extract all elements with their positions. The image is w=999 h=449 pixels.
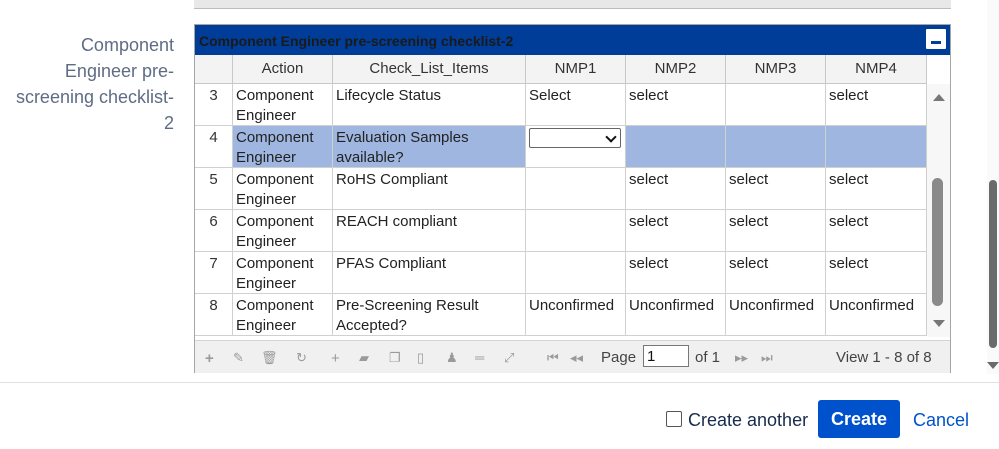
page-number-input[interactable] [643,345,689,367]
nmp3-cell[interactable]: select [726,252,826,293]
action-cell: Component Engineer [233,168,333,209]
row-number: 6 [195,210,233,251]
create-another-option[interactable]: Create another [666,410,808,431]
item-cell: REACH compliant [333,210,526,251]
row-number: 8 [195,294,233,335]
grid-title: Component Engineer pre-screening checkli… [199,33,514,49]
nmp4-cell[interactable]: select [826,84,927,125]
nmp1-cell[interactable]: Select [526,84,626,125]
field-label: Component Engineer pre-screening checkli… [15,35,174,133]
header-checklist-items[interactable]: Check_List_Items [333,55,526,83]
nmp4-cell[interactable]: select [826,252,927,293]
nmp3-cell[interactable]: Unconfirmed [726,294,826,335]
row-number: 4 [195,126,233,167]
action-cell: Component Engineer [233,294,333,335]
next-page-icon[interactable]: ▸▸ [735,350,748,366]
footer-divider [0,382,999,383]
table-row[interactable]: 8 Component Engineer Pre-Screening Resul… [195,294,927,336]
add-record-icon[interactable]: + [331,350,340,367]
item-cell: PFAS Compliant [333,252,526,293]
header-nmp2[interactable]: NMP2 [626,55,726,83]
action-cell: Component Engineer [233,252,333,293]
first-page-icon[interactable]: ⏮ [547,350,559,366]
nmp2-cell[interactable]: select [626,252,726,293]
item-cell: RoHS Compliant [333,168,526,209]
cancel-button[interactable]: Cancel [913,410,969,431]
create-another-checkbox[interactable] [666,411,682,427]
checklist-grid: Component Engineer pre-screening checkli… [194,24,951,373]
row-number: 5 [195,168,233,209]
create-another-label: Create another [688,410,809,430]
view-records-label: View 1 - 8 of 8 [836,349,932,366]
edit-row-icon[interactable]: ✎ [233,350,244,366]
page-count-label: of 1 [695,349,721,366]
table-row[interactable]: 7 Component Engineer PFAS Compliant sele… [195,252,927,294]
expand-icon[interactable]: ⤢ [504,350,514,366]
columns-icon[interactable]: ═ [475,350,484,365]
nmp4-cell[interactable]: select [826,210,927,251]
nmp1-cell[interactable] [526,168,626,209]
refresh-icon[interactable]: ↻ [296,350,307,366]
table-row-selected[interactable]: 4 Component Engineer Evaluation Samples … [195,126,927,168]
nmp2-cell[interactable]: Unconfirmed [626,294,726,335]
item-cell: Pre-Screening Result Accepted? [333,294,526,335]
copy-icon[interactable]: ❐ [389,350,401,366]
nmp4-cell[interactable]: Unconfirmed [826,294,927,335]
page-scroll-down-icon[interactable] [987,362,999,369]
nmp2-cell[interactable]: select [626,210,726,251]
nmp2-cell[interactable] [626,126,726,167]
row-number: 7 [195,252,233,293]
row-number: 3 [195,84,233,125]
header-nmp1[interactable]: NMP1 [526,55,626,83]
action-cell: Component Engineer [233,210,333,251]
nmp2-cell[interactable]: select [626,84,726,125]
scroll-thumb[interactable] [932,178,943,306]
nmp3-cell[interactable] [726,84,826,125]
user-icon[interactable]: ♟ [446,350,458,366]
grid-header: Action Check_List_Items NMP1 NMP2 NMP3 N… [195,55,927,84]
grid-body: 3 Component Engineer Lifecycle Status Se… [195,84,927,337]
document-icon[interactable]: ▯ [417,350,424,366]
table-row[interactable]: 6 Component Engineer REACH compliant sel… [195,210,927,252]
open-folder-icon[interactable]: ▰ [359,350,369,366]
create-button[interactable]: Create [818,400,900,438]
grid-pager: + ✎ 🗑 ↻ + ▰ ❐ ▯ ♟ ═ ⤢ ⏮ ◂◂ Page of 1 ▸▸ … [195,340,950,373]
scroll-up-icon[interactable] [933,94,945,101]
header-action[interactable]: Action [233,55,333,83]
nmp3-cell[interactable]: select [726,210,826,251]
last-page-icon[interactable]: ⏭ [761,350,773,366]
header-nmp3[interactable]: NMP3 [726,55,826,83]
page-scroll-thumb[interactable] [989,180,997,348]
nmp4-cell[interactable] [826,126,927,167]
grid-title-bar: Component Engineer pre-screening checkli… [195,25,950,55]
nmp1-cell [526,126,626,167]
nmp1-cell[interactable]: Unconfirmed [526,294,626,335]
nmp1-cell[interactable] [526,210,626,251]
table-row[interactable]: 3 Component Engineer Lifecycle Status Se… [195,84,927,126]
add-row-icon[interactable]: + [205,350,214,367]
prev-page-icon[interactable]: ◂◂ [570,350,583,366]
header-nmp4[interactable]: NMP4 [826,55,927,83]
table-row[interactable]: 5 Component Engineer RoHS Compliant sele… [195,168,927,210]
nmp4-cell[interactable]: select [826,168,927,209]
header-rownum [195,55,233,83]
collapse-grid-button[interactable] [924,27,948,51]
delete-row-icon[interactable]: 🗑 [261,350,278,366]
nmp2-cell[interactable]: select [626,168,726,209]
nmp3-cell[interactable]: select [726,168,826,209]
grid-vertical-scrollbar[interactable] [927,84,950,337]
nmp3-cell[interactable] [726,126,826,167]
page-vertical-scrollbar[interactable] [987,0,999,374]
item-cell: Lifecycle Status [333,84,526,125]
action-cell: Component Engineer [233,126,333,167]
nmp1-select-dropdown[interactable] [529,128,621,148]
page-label: Page [601,349,637,366]
action-cell: Component Engineer [233,84,333,125]
item-cell: Evaluation Samples available? [333,126,526,167]
nmp1-cell[interactable] [526,252,626,293]
top-scroll-edge [194,0,951,9]
scroll-down-icon[interactable] [933,320,945,327]
